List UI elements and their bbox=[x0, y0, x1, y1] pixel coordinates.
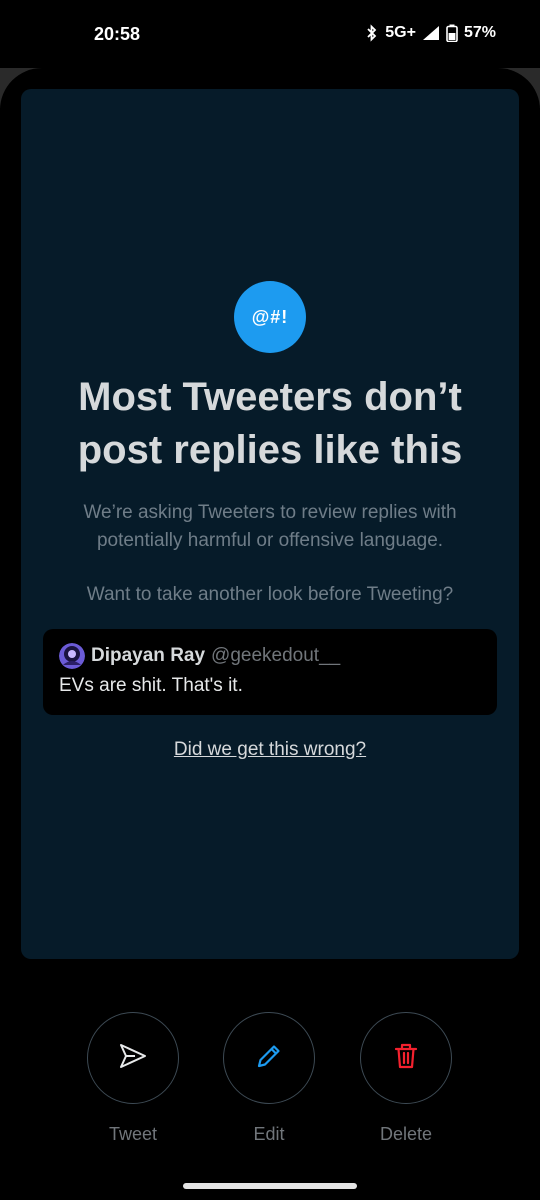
reply-author: Dipayan Ray @geekedout__ bbox=[59, 643, 340, 669]
warning-body: We’re asking Tweeters to review replies … bbox=[83, 502, 457, 551]
status-bar: 20:58 5G+ 57% bbox=[0, 0, 540, 68]
tweet-action: Tweet bbox=[85, 1012, 181, 1145]
avatar bbox=[59, 643, 85, 669]
delete-button[interactable] bbox=[360, 1012, 452, 1104]
battery-level: 57% bbox=[463, 24, 496, 41]
signal-icon bbox=[422, 25, 440, 41]
bluetooth-icon bbox=[365, 24, 379, 42]
edit-action: Edit bbox=[221, 1012, 317, 1145]
tweet-button[interactable] bbox=[87, 1012, 179, 1104]
reply-text: EVs are shit. That's it. bbox=[59, 675, 243, 696]
edit-button[interactable] bbox=[223, 1012, 315, 1104]
warning-question: Want to take another look before Tweetin… bbox=[86, 584, 454, 605]
home-indicator[interactable] bbox=[183, 1183, 357, 1189]
did-we-get-this-wrong-link[interactable]: Did we get this wrong? bbox=[41, 739, 499, 761]
tweet-label: Tweet bbox=[108, 1124, 158, 1144]
status-icons: 5G+ 57% bbox=[365, 24, 496, 42]
offensive-language-badge: @#! bbox=[234, 281, 306, 353]
warning-headline: Most Tweeters don’t post replies like th… bbox=[77, 375, 463, 472]
status-time: 20:58 bbox=[94, 24, 141, 44]
reply-preview: Dipayan Ray @geekedout__ EVs are shit. T… bbox=[43, 629, 497, 715]
edit-label: Edit bbox=[253, 1124, 285, 1144]
battery-icon bbox=[446, 24, 458, 42]
action-bar: Tweet Edit Delete bbox=[0, 1012, 540, 1152]
delete-label: Delete bbox=[379, 1124, 433, 1144]
warning-card: @#! Most Tweeters don’t post replies lik… bbox=[21, 89, 519, 959]
reply-author-name: Dipayan Ray bbox=[91, 645, 206, 666]
send-icon bbox=[117, 1040, 149, 1077]
network-label: 5G+ bbox=[385, 24, 416, 41]
delete-action: Delete bbox=[358, 1012, 454, 1145]
reply-author-handle: @geekedout__ bbox=[211, 645, 341, 666]
trash-icon bbox=[390, 1040, 422, 1077]
pencil-icon bbox=[253, 1040, 285, 1077]
